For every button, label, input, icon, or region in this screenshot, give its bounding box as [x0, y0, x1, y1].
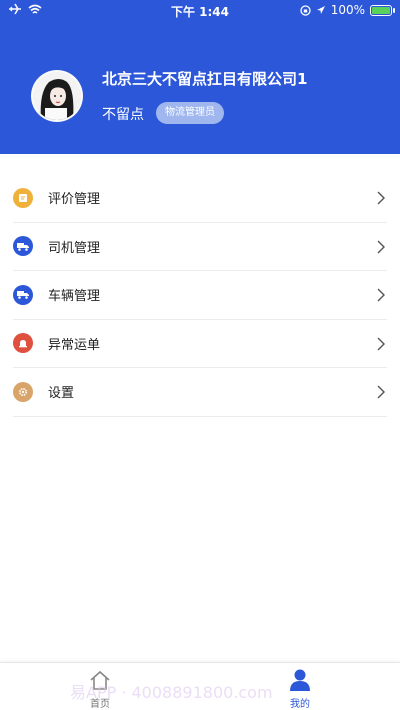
tab-bar: 首页 我的 易APP · 4008891800.com	[0, 662, 400, 710]
home-icon	[90, 670, 110, 690]
menu-item-label: 异常运单	[48, 337, 101, 353]
avatar[interactable]	[31, 70, 83, 122]
username: 不留点	[102, 107, 144, 123]
chevron-right-icon	[377, 240, 385, 253]
menu-item-exceptions[interactable]: 异常运单	[13, 320, 387, 368]
chevron-right-icon	[377, 337, 385, 350]
gear-icon	[13, 381, 33, 402]
user-icon	[290, 669, 310, 691]
battery-icon	[370, 4, 395, 16]
edit-icon	[13, 187, 33, 208]
tab-home-label: 首页	[90, 699, 110, 710]
avatar-image	[33, 72, 81, 120]
menu-item-settings[interactable]: 设置	[13, 368, 387, 417]
menu-item-drivers[interactable]: 司机管理	[13, 223, 387, 271]
menu-item-label: 评价管理	[48, 192, 101, 208]
menu-list: 评价管理 司机管理 车辆管理 异常运单 设置	[13, 174, 387, 417]
alarm-icon	[13, 333, 33, 354]
status-right: 100%	[300, 3, 395, 17]
menu-item-label: 司机管理	[48, 240, 101, 256]
profile-header: 下午 1:44 100% 北京三大不留点扛目有限公司1 不留点 物流管理员	[0, 0, 400, 154]
company-name: 北京三大不留点扛目有限公司1	[102, 70, 308, 88]
menu-item-label: 设置	[48, 386, 75, 402]
lock-rotation-icon	[300, 4, 311, 16]
menu-item-reviews[interactable]: 评价管理	[13, 174, 387, 223]
menu-item-vehicles[interactable]: 车辆管理	[13, 271, 387, 320]
tab-mine[interactable]: 我的	[270, 667, 330, 710]
menu-item-label: 车辆管理	[48, 289, 101, 305]
status-bar: 下午 1:44 100%	[0, 0, 400, 22]
location-icon	[316, 6, 325, 14]
chevron-right-icon	[377, 288, 385, 302]
tab-home[interactable]: 首页	[70, 667, 130, 710]
role-badge: 物流管理员	[156, 102, 224, 124]
chevron-right-icon	[377, 191, 385, 205]
truck-icon	[13, 236, 33, 257]
battery-percent: 100%	[330, 3, 365, 17]
chevron-right-icon	[377, 385, 385, 399]
truck-icon	[13, 284, 33, 305]
tab-mine-label: 我的	[290, 699, 310, 710]
